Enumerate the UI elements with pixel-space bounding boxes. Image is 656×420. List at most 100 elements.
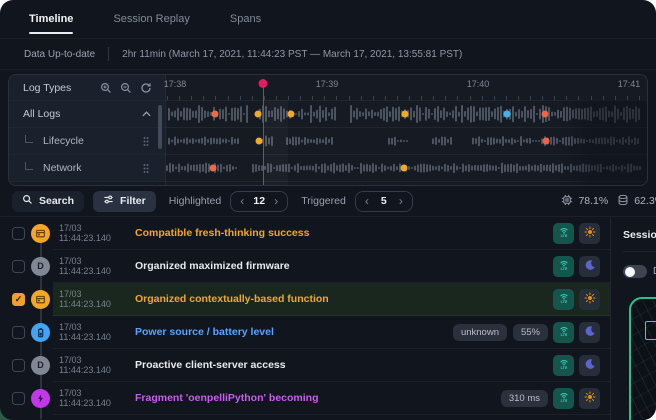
prev-icon[interactable]: ‹ (240, 195, 244, 207)
event-marker[interactable] (255, 111, 262, 118)
waveform-bar (507, 164, 509, 172)
log-row[interactable]: 17/03 11:44:23.140Compatible fresh-think… (0, 217, 610, 250)
event-marker[interactable] (402, 111, 409, 118)
log-row[interactable]: D17/03 11:44:23.140Organized maximized f… (0, 250, 610, 283)
chevron-up-icon[interactable] (139, 111, 153, 117)
waveform-bar (577, 138, 579, 144)
waveform-bar (189, 139, 191, 143)
ruler-tick (470, 96, 471, 100)
waveform-bar (369, 165, 371, 172)
lte-signal-button[interactable]: LTE (553, 355, 574, 376)
prev-icon[interactable]: ‹ (365, 195, 369, 207)
waveform-bar (309, 165, 311, 170)
waveform-bar (168, 138, 170, 145)
ruler-tick (215, 96, 216, 100)
waveform-lifecycle[interactable] (165, 128, 647, 154)
waveform-bar (378, 167, 380, 169)
waveform-bar (292, 137, 294, 146)
waveform-bar (526, 138, 528, 143)
waveform-bar (353, 110, 355, 117)
track-all-logs[interactable]: All Logs (9, 101, 165, 127)
log-row[interactable]: D17/03 11:44:23.140Proactive client-serv… (0, 349, 610, 382)
event-marker[interactable] (210, 165, 217, 172)
log-message: Fragment 'oenpelliPython' becoming (135, 392, 319, 404)
dark-theme-button[interactable] (579, 256, 600, 277)
event-marker[interactable] (256, 138, 263, 145)
row-checkbox[interactable]: ✓ (12, 293, 25, 306)
row-checkbox[interactable] (12, 227, 25, 240)
lte-signal-button[interactable]: LTE (553, 256, 574, 277)
waveform-bar (195, 139, 197, 142)
waveform-bar (473, 106, 475, 122)
tab-timeline[interactable]: Timeline (29, 0, 73, 38)
waveform-all-logs[interactable] (165, 101, 647, 127)
next-icon[interactable]: › (274, 195, 278, 207)
waveform-bar (395, 108, 397, 120)
event-marker[interactable] (401, 165, 408, 172)
row-checkbox[interactable] (12, 359, 25, 372)
waveform-bar (381, 163, 383, 172)
log-row[interactable]: 17/03 11:44:23.140Power source / battery… (0, 316, 610, 349)
playhead-dot[interactable] (259, 79, 268, 88)
row-checkbox[interactable] (12, 326, 25, 339)
ruler-tick (530, 96, 531, 100)
log-row[interactable]: ✓17/03 11:44:23.140Organized contextuall… (0, 283, 610, 316)
light-theme-button[interactable] (579, 289, 600, 310)
light-theme-button[interactable] (579, 223, 600, 244)
drag-handle-icon[interactable] (139, 136, 153, 147)
lte-signal-button[interactable]: LTE (553, 388, 574, 409)
event-marker[interactable] (504, 111, 511, 118)
search-button[interactable]: Search (12, 191, 84, 212)
row-checkbox[interactable] (12, 260, 25, 273)
waveform-bar (562, 137, 564, 144)
log-row[interactable]: 17/03 11:44:23.140Fragment 'oenpelliPyth… (0, 382, 610, 415)
drag-handle-icon[interactable] (139, 163, 153, 174)
row-checkbox[interactable] (12, 392, 25, 405)
event-marker[interactable] (543, 138, 550, 145)
event-marker[interactable] (288, 111, 295, 118)
event-marker[interactable] (542, 111, 549, 118)
event-marker[interactable] (212, 111, 219, 118)
waveform-bar (489, 165, 491, 171)
waveform-bar (608, 111, 610, 118)
lte-signal-button[interactable]: LTE (553, 289, 574, 310)
light-theme-button[interactable] (579, 388, 600, 409)
waveform-bar (591, 165, 593, 171)
log-message: Proactive client-server access (135, 359, 286, 371)
lte-signal-button[interactable]: LTE (553, 223, 574, 244)
next-icon[interactable]: › (399, 195, 403, 207)
waveform-bar (325, 137, 327, 145)
tab-spans[interactable]: Spans (230, 0, 261, 38)
track-lifecycle[interactable]: Lifecycle (9, 128, 165, 154)
ruler-tick (336, 96, 337, 100)
vertical-scrollbar[interactable] (158, 105, 162, 149)
track-network[interactable]: Network (9, 155, 165, 181)
tab-session-replay[interactable]: Session Replay (113, 0, 189, 38)
waveform-bar (593, 111, 595, 117)
time-ruler[interactable]: 17:3817:3917:4017:41 (165, 75, 647, 100)
dark-theme-button[interactable] (579, 355, 600, 376)
playhead[interactable] (263, 79, 265, 185)
refresh-icon[interactable] (139, 82, 153, 94)
waveform-bar (592, 139, 594, 143)
filter-button[interactable]: Filter (93, 191, 156, 212)
dark-theme-button[interactable] (579, 322, 600, 343)
lte-signal-button[interactable]: LTE (553, 322, 574, 343)
value-badge: 310 ms (501, 390, 548, 407)
waveform-bar (319, 138, 321, 143)
waveform-bar (523, 139, 525, 142)
waveform-network[interactable] (165, 155, 647, 181)
waveform-bar (584, 108, 586, 120)
waveform-bar (521, 111, 523, 118)
waveform-bar (288, 163, 290, 172)
zoom-out-icon[interactable] (119, 82, 133, 94)
waveform-bar (201, 107, 203, 121)
dark-mode-toggle[interactable] (623, 265, 647, 278)
zoom-in-icon[interactable] (99, 82, 113, 94)
waveform-bar (310, 105, 312, 123)
waveform-bar (368, 111, 370, 116)
waveform-bar (322, 139, 324, 143)
toggle-knob[interactable] (625, 267, 635, 277)
ruler-tick (494, 96, 495, 100)
waveform-bar (390, 166, 392, 171)
